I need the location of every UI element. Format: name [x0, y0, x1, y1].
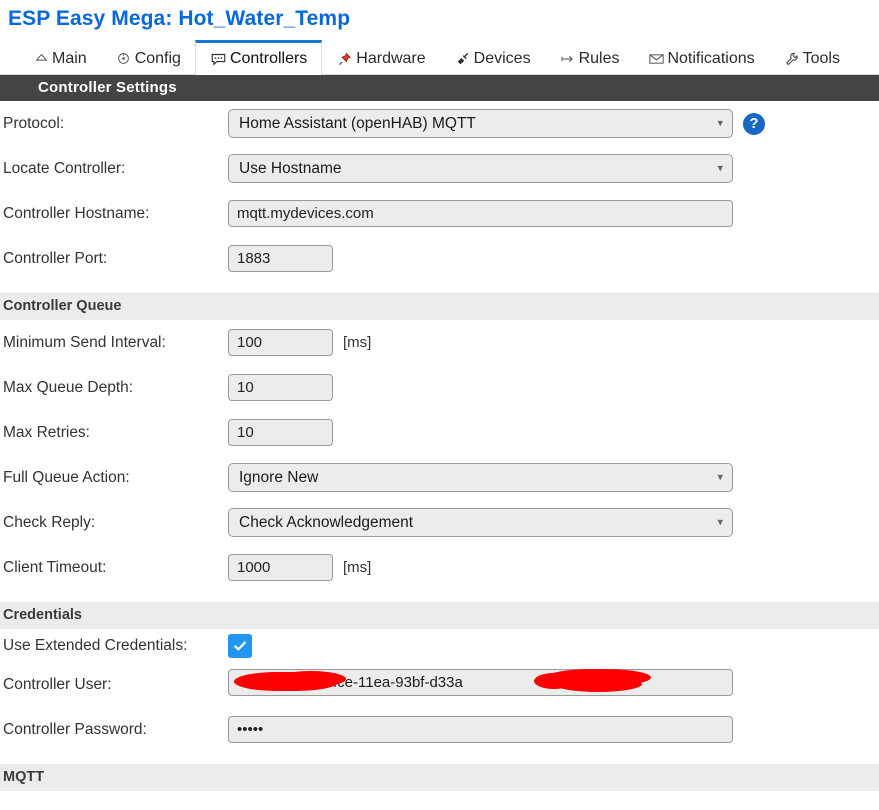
pushpin-icon: [336, 51, 354, 67]
locate-controller-select-wrap: Use Hostname ▾: [228, 154, 733, 183]
arrow-icon: [559, 51, 577, 67]
full-queue-action-select-wrap: Ignore New ▾: [228, 463, 733, 492]
minimum-send-interval-unit: [ms]: [343, 334, 372, 351]
protocol-select-wrap: Home Assistant (openHAB) MQTT ▾: [228, 109, 733, 138]
credentials-form: Use Extended Credentials: Controller Use…: [0, 629, 879, 752]
speech-bubble-icon: [210, 51, 228, 67]
row-check-reply: Check Reply: Check Acknowledgement ▾: [0, 500, 879, 545]
tab-rules-label: Rules: [578, 49, 620, 67]
full-queue-action-label: Full Queue Action:: [3, 468, 130, 486]
controller-user-label: Controller User:: [3, 675, 112, 693]
max-retries-input[interactable]: [228, 419, 333, 446]
locate-controller-label: Locate Controller:: [3, 159, 126, 177]
row-locate-controller: Locate Controller: Use Hostname ▾: [0, 146, 879, 191]
tab-notifications-label: Notifications: [667, 49, 755, 67]
client-timeout-input[interactable]: [228, 554, 333, 581]
controller-hostname-label: Controller Hostname:: [3, 204, 150, 222]
tab-devices-label: Devices: [473, 49, 531, 67]
tab-main[interactable]: Main: [18, 40, 101, 74]
mqtt-header: MQTT: [0, 764, 879, 791]
minimum-send-interval-input[interactable]: [228, 329, 333, 356]
minimum-send-interval-label: Minimum Send Interval:: [3, 333, 166, 351]
row-minimum-send-interval: Minimum Send Interval: [ms]: [0, 320, 879, 365]
controller-password-label: Controller Password:: [3, 720, 147, 738]
tab-controllers-label: Controllers: [229, 50, 308, 67]
row-controller-password: Controller Password:: [0, 707, 879, 752]
check-icon: [232, 638, 248, 654]
max-queue-depth-label: Max Queue Depth:: [3, 378, 134, 396]
home-icon: [32, 51, 50, 67]
tab-tools-label: Tools: [802, 49, 840, 67]
tab-tools[interactable]: Tools: [769, 40, 854, 74]
controller-port-label: Controller Port:: [3, 249, 108, 267]
controller-queue-form: Minimum Send Interval: [ms] Max Queue De…: [0, 320, 879, 590]
row-controller-port: Controller Port:: [0, 236, 879, 281]
protocol-label: Protocol:: [3, 114, 65, 132]
tab-notifications[interactable]: Notifications: [633, 40, 768, 74]
controller-settings-header: Controller Settings: [0, 75, 879, 101]
locate-controller-select[interactable]: Use Hostname: [228, 154, 733, 183]
row-controller-hostname: Controller Hostname:: [0, 191, 879, 236]
controller-user-input[interactable]: [228, 668, 733, 696]
row-max-retries: Max Retries:: [0, 410, 879, 455]
controller-settings-form: Protocol: Home Assistant (openHAB) MQTT …: [0, 101, 879, 281]
wrench-icon: [783, 51, 801, 67]
tab-rules[interactable]: Rules: [545, 40, 634, 74]
check-reply-select[interactable]: Check Acknowledgement: [228, 508, 733, 537]
row-controller-user: Controller User: fce-11ea-93bf-d33a: [0, 662, 879, 707]
controller-password-input[interactable]: [228, 716, 733, 743]
tab-config-label: Config: [134, 49, 181, 67]
controller-port-input[interactable]: [228, 245, 333, 272]
protocol-select[interactable]: Home Assistant (openHAB) MQTT: [228, 109, 733, 138]
max-retries-label: Max Retries:: [3, 423, 90, 441]
page-title: ESP Easy Mega: Hot_Water_Temp: [8, 7, 351, 30]
tab-devices[interactable]: Devices: [440, 40, 545, 74]
client-timeout-label: Client Timeout:: [3, 558, 107, 576]
tab-controllers[interactable]: Controllers: [194, 40, 323, 75]
full-queue-action-select[interactable]: Ignore New: [228, 463, 733, 492]
tab-hardware-label: Hardware: [356, 49, 426, 67]
row-client-timeout: Client Timeout: [ms]: [0, 545, 879, 590]
help-icon[interactable]: ?: [743, 112, 765, 135]
use-extended-credentials-checkbox[interactable]: [228, 633, 252, 658]
row-full-queue-action: Full Queue Action: Ignore New ▾: [0, 455, 879, 500]
max-queue-depth-input[interactable]: [228, 374, 333, 401]
plug-icon: [454, 51, 472, 67]
client-timeout-unit: [ms]: [343, 559, 372, 576]
row-use-extended-credentials: Use Extended Credentials:: [0, 629, 879, 662]
use-extended-credentials-label: Use Extended Credentials:: [3, 636, 188, 654]
gear-icon: [115, 51, 133, 67]
envelope-icon: [647, 51, 665, 67]
tab-hardware[interactable]: Hardware: [322, 40, 439, 74]
controller-queue-header: Controller Queue: [0, 293, 879, 320]
main-tab-bar: Main Config Controllers Hardware Devices…: [0, 39, 879, 75]
controller-hostname-input[interactable]: [228, 200, 733, 227]
controller-user-wrap: fce-11ea-93bf-d33a: [228, 668, 733, 701]
check-reply-select-wrap: Check Acknowledgement ▾: [228, 508, 733, 537]
check-reply-label: Check Reply:: [3, 513, 96, 531]
row-protocol: Protocol: Home Assistant (openHAB) MQTT …: [0, 101, 879, 146]
row-max-queue-depth: Max Queue Depth:: [0, 365, 879, 410]
credentials-header: Credentials: [0, 602, 879, 629]
tab-config[interactable]: Config: [101, 40, 195, 74]
tab-main-label: Main: [52, 49, 87, 67]
